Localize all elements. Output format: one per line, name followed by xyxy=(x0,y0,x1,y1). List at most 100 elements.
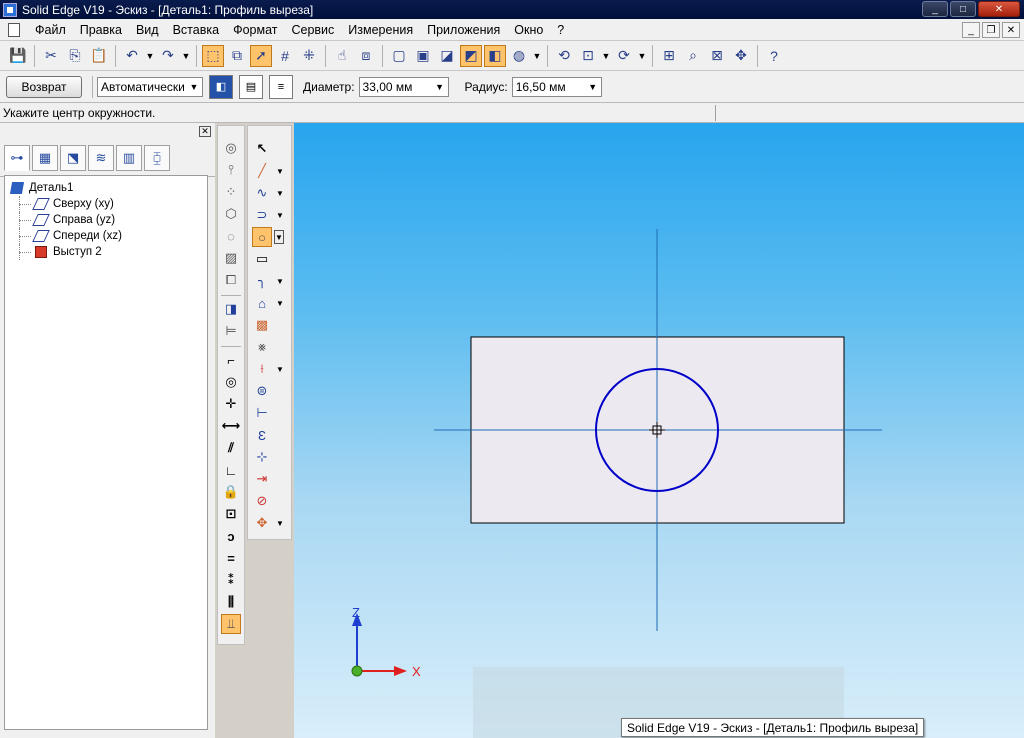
select-icon[interactable]: ⬚ xyxy=(202,44,224,67)
relation-handles-icon[interactable]: ⫫ xyxy=(221,614,241,634)
chevron-down-icon[interactable]: ▼ xyxy=(276,211,284,220)
hand-icon[interactable]: ☝ xyxy=(331,45,353,67)
tangent-icon[interactable]: ↄ xyxy=(221,526,241,546)
refresh-icon[interactable]: ⟳ xyxy=(613,45,635,67)
copy-icon[interactable]: ⎘ xyxy=(64,45,86,67)
view-hidden-icon[interactable]: ▣ xyxy=(412,45,434,67)
radius-field[interactable]: 16,50 мм ▼ xyxy=(511,76,602,97)
menu-edit[interactable]: Правка xyxy=(73,23,129,37)
tree-item-plane-right[interactable]: Справа (yz) xyxy=(11,212,207,228)
chevron-down-icon[interactable]: ▼ xyxy=(274,230,284,244)
doc-close-button[interactable]: ✕ xyxy=(1002,22,1020,38)
pan-icon[interactable]: ✥ xyxy=(730,45,752,67)
view-shaded-icon[interactable]: ◪ xyxy=(436,45,458,67)
view-wire-icon[interactable]: ▢ xyxy=(388,45,410,67)
mirror-icon[interactable]: ◨ xyxy=(221,299,241,319)
section-dropdown-icon[interactable]: ▼ xyxy=(601,45,611,67)
document-icon[interactable] xyxy=(8,22,20,37)
zoom-icon[interactable]: ⌕ xyxy=(682,45,704,67)
radial-dimension-icon[interactable]: Ɛ xyxy=(252,425,272,445)
view-cube-icon[interactable]: ◧ xyxy=(484,44,506,67)
family-tab-icon[interactable]: ⬔ xyxy=(60,145,86,171)
construction-tool-icon[interactable]: ⊘ xyxy=(252,491,272,511)
select-tool-icon[interactable]: ↖ xyxy=(252,139,272,159)
symmetry-icon[interactable]: ⁑ xyxy=(221,570,241,590)
close-icon[interactable]: ✕ xyxy=(199,126,211,137)
chevron-down-icon[interactable]: ▼ xyxy=(276,299,284,308)
save-icon[interactable]: 💾 xyxy=(7,45,29,67)
equal-icon[interactable]: = xyxy=(221,548,241,568)
text-options-icon[interactable]: ▤ xyxy=(239,74,263,99)
sensors-tab-icon[interactable]: ⧮ xyxy=(144,145,170,171)
tree-item-plane-top[interactable]: Сверху (xy) xyxy=(11,196,207,212)
project-tool-icon[interactable]: ⊜ xyxy=(252,381,272,401)
fix-icon[interactable]: ⊡ xyxy=(221,504,241,524)
chevron-down-icon[interactable]: ▼ xyxy=(276,519,284,528)
layer-icon[interactable]: ⧈ xyxy=(355,45,377,67)
split-tool-icon[interactable]: ⊹ xyxy=(252,447,272,467)
menu-help[interactable]: ? xyxy=(550,23,571,37)
pattern-icon[interactable]: ⁘ xyxy=(221,182,241,202)
scale-icon[interactable]: ⧠ xyxy=(221,270,241,290)
redo-dropdown-icon[interactable]: ▼ xyxy=(181,45,191,67)
layers-tab-icon[interactable]: ≋ xyxy=(88,145,114,171)
menu-tools[interactable]: Сервис xyxy=(284,23,341,37)
globe-dropdown-icon[interactable]: ▼ xyxy=(532,45,542,67)
help-icon[interactable]: ? xyxy=(763,45,785,67)
fit-icon[interactable]: ⊠ xyxy=(706,45,728,67)
pointer-icon[interactable]: ➚ xyxy=(250,44,272,67)
feature-pathfinder-tab-icon[interactable]: ⊶ xyxy=(4,145,30,171)
circle-tool-icon[interactable]: ○ xyxy=(252,227,272,247)
concentric-relation-icon[interactable]: ◎ xyxy=(221,372,241,392)
move-tool-icon[interactable]: ✥ xyxy=(252,513,272,533)
dimension-tool-icon[interactable]: ⊢ xyxy=(252,403,272,423)
back-button[interactable]: Возврат xyxy=(6,75,82,98)
offset-tool-icon[interactable]: ⌂ xyxy=(252,293,272,313)
symmetry-axis-icon[interactable]: ⫼ xyxy=(221,592,241,612)
arc-tool-icon[interactable]: ⊃ xyxy=(252,205,272,225)
chevron-down-icon[interactable]: ▼ xyxy=(276,277,284,286)
fill-tool-icon[interactable]: ▩ xyxy=(252,315,272,335)
doc-restore-button[interactable]: ❐ xyxy=(982,22,1000,38)
undo-icon[interactable]: ↶ xyxy=(121,45,143,67)
chevron-down-icon[interactable]: ▼ xyxy=(276,167,284,176)
fillet-tool-icon[interactable]: ╮ xyxy=(252,271,272,291)
mode-select[interactable]: Автоматически ▼ xyxy=(97,76,203,97)
perpendicular-icon[interactable]: ⌐ xyxy=(221,350,241,370)
sketch-canvas[interactable]: Z X xyxy=(294,123,1024,738)
rigid-set-icon[interactable]: ▨ xyxy=(221,248,241,268)
minimize-button[interactable]: _ xyxy=(922,1,948,17)
concentric-icon[interactable]: ◎ xyxy=(221,138,241,158)
menu-file[interactable]: Файл xyxy=(28,23,73,37)
distance-tool-icon[interactable]: ⇥ xyxy=(252,469,272,489)
menu-insert[interactable]: Вставка xyxy=(166,23,226,37)
menu-format[interactable]: Формат xyxy=(226,23,284,37)
menu-dimensions[interactable]: Измерения xyxy=(341,23,420,37)
paste-icon[interactable]: 📋 xyxy=(88,45,110,67)
maximize-button[interactable]: □ xyxy=(950,1,976,17)
feature-library-tab-icon[interactable]: ▥ xyxy=(116,145,142,171)
redo-icon[interactable]: ↷ xyxy=(157,45,179,67)
menu-view[interactable]: Вид xyxy=(129,23,166,37)
horizontal-vertical-icon[interactable]: ⟷ xyxy=(221,416,241,436)
connect-icon[interactable]: ✛ xyxy=(221,394,241,414)
offset-icon[interactable]: ⬡ xyxy=(221,204,241,224)
chevron-down-icon[interactable]: ▼ xyxy=(276,189,284,198)
tree-item-protrusion[interactable]: Выступ 2 xyxy=(11,244,207,260)
tree-item-part[interactable]: Деталь1 xyxy=(9,180,207,196)
parallel-icon[interactable]: ⫽ xyxy=(221,438,241,458)
refresh-dropdown-icon[interactable]: ▼ xyxy=(637,45,647,67)
circle-options-icon[interactable]: ◧ xyxy=(209,74,233,99)
zoom-area-icon[interactable]: ⊞ xyxy=(658,45,680,67)
solid-edge-app-icon[interactable] xyxy=(3,2,17,17)
curve-tool-icon[interactable]: ∿ xyxy=(252,183,272,203)
select-box-icon[interactable]: ⧉ xyxy=(226,45,248,67)
library-tab-icon[interactable]: ▦ xyxy=(32,145,58,171)
close-button[interactable]: ✕ xyxy=(978,1,1020,17)
undo-dropdown-icon[interactable]: ▼ xyxy=(145,45,155,67)
line-tool-icon[interactable]: ╱ xyxy=(252,161,272,181)
grid-icon[interactable]: # xyxy=(274,45,296,67)
menu-window[interactable]: Окно xyxy=(507,23,550,37)
extend-tool-icon[interactable]: ⟊ xyxy=(252,359,272,379)
symmetric-icon[interactable]: ⫯ xyxy=(221,160,241,180)
